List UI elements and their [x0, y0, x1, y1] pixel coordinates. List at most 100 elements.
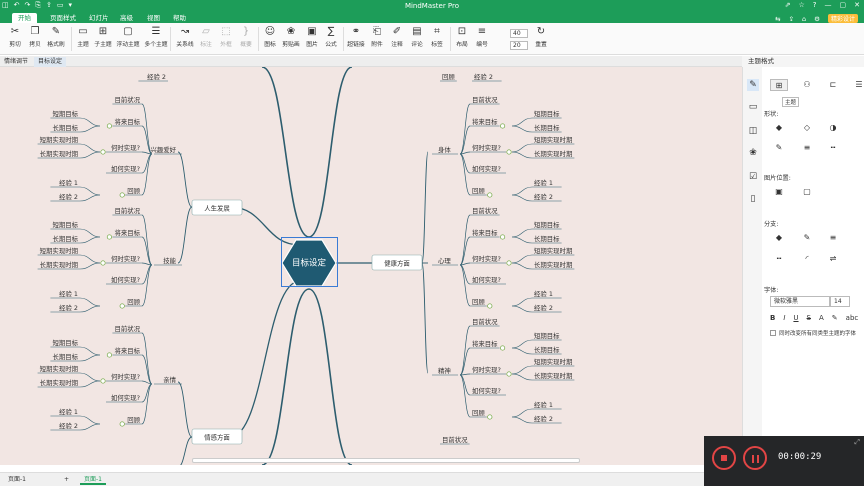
leaf-topic[interactable]: 回顾: [442, 73, 455, 81]
leaf-topic[interactable]: 何时实现?: [472, 365, 501, 374]
mindmap-canvas[interactable]: 目标设定 人生发展 健康方面 情感方面 兴趣爱好 目前状况 将来目标 何时实现? 如何实现? 回顾…: [0, 67, 742, 465]
branch-curve-button[interactable]: ◜: [798, 253, 816, 265]
leaf-topic[interactable]: 经验 2: [474, 72, 493, 81]
design-button[interactable]: 精彩设计: [827, 14, 858, 23]
leaf-topic[interactable]: 经验 1: [59, 407, 78, 416]
subtopic-text[interactable]: 技能: [163, 256, 176, 265]
font-color-button[interactable]: A: [819, 314, 824, 322]
leaf-topic[interactable]: 目前状况: [472, 317, 498, 326]
help-icon[interactable]: ?: [813, 1, 817, 9]
leaf-topic[interactable]: 目前状况: [114, 206, 140, 215]
page-format-tab-icon[interactable]: ▭: [747, 101, 759, 113]
topic-format-tab-icon[interactable]: ✎: [747, 79, 759, 91]
apply-all-checkbox[interactable]: [770, 330, 776, 336]
leaf-topic[interactable]: 短期目标: [52, 109, 78, 118]
tab-slides[interactable]: 幻灯片: [83, 13, 115, 23]
leaf-topic[interactable]: 经验 1: [59, 289, 78, 298]
leaf-topic[interactable]: 长期目标: [52, 123, 78, 132]
leaf-topic[interactable]: 回顾: [127, 187, 140, 195]
tab-advanced[interactable]: 高级: [114, 13, 139, 23]
leaf-topic[interactable]: 长期目标: [52, 234, 78, 243]
italic-button[interactable]: I: [783, 314, 785, 322]
leaf-topic[interactable]: 何时实现?: [472, 254, 501, 263]
leaf-topic[interactable]: 短期目标: [534, 109, 560, 118]
leaf-topic[interactable]: 如何实现?: [111, 393, 140, 402]
main-topic-text[interactable]: 人生发展: [204, 204, 230, 213]
numbering-button[interactable]: ≡ 编号: [467, 25, 497, 53]
page-tab-1[interactable]: 页面-1: [80, 475, 106, 485]
leaf-topic[interactable]: 短期实现时期: [40, 135, 78, 144]
settings-icon[interactable]: ⚙: [814, 15, 820, 23]
doc-tab-goal[interactable]: 目标设定: [34, 57, 67, 67]
subtopic-text[interactable]: 精神: [438, 366, 451, 375]
minimize-button[interactable]: —: [825, 1, 832, 9]
underline-button[interactable]: U: [793, 314, 798, 322]
list-layout-button[interactable]: ☰: [850, 79, 864, 91]
leaf-topic[interactable]: 长期实现时期: [40, 260, 78, 269]
icon-tab-icon[interactable]: ◫: [747, 125, 759, 137]
leaf-topic[interactable]: 何时实现?: [111, 254, 140, 263]
branch-weight-button[interactable]: ≡: [824, 232, 842, 244]
outline-tab-icon[interactable]: ▯: [747, 193, 759, 205]
leaf-topic[interactable]: 何时实现?: [472, 143, 501, 152]
leaf-topic[interactable]: 长期目标: [534, 345, 560, 354]
font-family-select[interactable]: 微软雅黑: [770, 296, 830, 307]
leaf-topic[interactable]: 目前状况: [114, 324, 140, 333]
doc-tab-emotion[interactable]: 情绪调节: [0, 57, 32, 67]
leaf-topic[interactable]: 长期实现时期: [534, 149, 572, 158]
branch-line-color-button[interactable]: ✎: [798, 232, 816, 244]
leaf-topic[interactable]: 如何实现?: [472, 164, 501, 173]
leaf-topic[interactable]: 经验 2: [534, 303, 553, 312]
leaf-topic[interactable]: 将来目标: [114, 346, 140, 355]
leaf-topic[interactable]: 将来目标: [472, 339, 498, 348]
leaf-topic[interactable]: 回顾: [472, 298, 485, 306]
stop-record-button[interactable]: [712, 446, 736, 470]
page-selector[interactable]: 页面-1: [4, 475, 30, 485]
subtopic-text[interactable]: 心理: [438, 257, 451, 265]
topic-style-button[interactable]: ⊞: [770, 79, 788, 91]
upload-icon[interactable]: ⇪: [789, 15, 794, 23]
tab-home[interactable]: 开始: [12, 13, 37, 23]
leaf-topic[interactable]: 经验 1: [59, 178, 78, 187]
multiple-topics-button[interactable]: ☰ 多个主题: [141, 25, 171, 53]
apply-all-fonts-option[interactable]: 同时改变所有同类型主题的字体: [770, 329, 856, 337]
task-tab-icon[interactable]: ☑: [747, 171, 759, 183]
font-size-select[interactable]: 14: [830, 296, 850, 307]
leaf-topic[interactable]: 回顾: [127, 416, 140, 424]
shape-button[interactable]: ◇: [798, 122, 816, 134]
leaf-topic[interactable]: 短期实现时期: [534, 357, 572, 366]
close-button[interactable]: ✕: [854, 1, 860, 9]
share-icon[interactable]: ⇗: [785, 1, 791, 9]
leaf-topic[interactable]: 短期实现时期: [40, 364, 78, 373]
case-button[interactable]: abc: [846, 314, 859, 322]
leaf-topic[interactable]: 经验 1: [534, 178, 553, 187]
branch-spacing-button[interactable]: ⇌: [824, 253, 842, 265]
line-dash-button[interactable]: ┅: [824, 142, 842, 154]
leaf-topic[interactable]: 短期目标: [534, 220, 560, 229]
leaf-topic[interactable]: 短期目标: [52, 338, 78, 347]
leaf-topic[interactable]: 如何实现?: [111, 275, 140, 284]
leaf-topic[interactable]: 短期实现时期: [534, 246, 572, 255]
leaf-topic[interactable]: 短期实现时期: [40, 246, 78, 255]
leaf-topic[interactable]: 如何实现?: [111, 164, 140, 173]
floating-topic-button[interactable]: ▢ 浮动主题: [113, 25, 143, 53]
leaf-topic[interactable]: 经验 2: [59, 303, 78, 312]
leaf-topic[interactable]: 将来目标: [114, 228, 140, 237]
structure-button[interactable]: ⚇: [798, 79, 816, 91]
shadow-button[interactable]: ◑: [824, 122, 842, 134]
leaf-topic[interactable]: 经验 2: [59, 192, 78, 201]
fill-color-button[interactable]: ◆: [770, 122, 788, 134]
leaf-topic[interactable]: 长期目标: [534, 123, 560, 132]
add-page-button[interactable]: +: [60, 475, 73, 485]
leaf-topic[interactable]: 短期实现时期: [534, 135, 572, 144]
leaf-topic[interactable]: 目前状况: [114, 95, 140, 104]
main-topic-text[interactable]: 健康方面: [384, 259, 410, 268]
leaf-topic[interactable]: 经验 1: [534, 400, 553, 409]
leaf-topic[interactable]: 目前状况: [472, 206, 498, 215]
leaf-topic[interactable]: 长期实现时期: [534, 260, 572, 269]
pause-record-button[interactable]: [743, 446, 767, 470]
sync-icon[interactable]: ⇆: [775, 15, 780, 23]
image-left-button[interactable]: ▣: [770, 186, 788, 198]
leaf-topic[interactable]: 回顾: [472, 187, 485, 195]
leaf-topic[interactable]: 经验 1: [534, 289, 553, 298]
